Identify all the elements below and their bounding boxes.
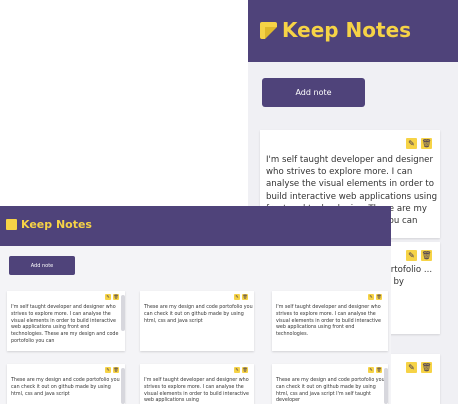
note-toolbar: ✎ 🗑 [406, 250, 432, 261]
note-text: I'm self taught developer and designer w… [276, 305, 381, 338]
note-scrollbar[interactable] [384, 368, 388, 404]
note-text: These are my design and code portofolio … [11, 378, 120, 397]
note-toolbar: ✎ 🗑 [368, 367, 382, 373]
note-toolbar: ✎ 🗑 [105, 367, 119, 373]
edit-icon[interactable]: ✎ [368, 294, 374, 300]
trash-icon[interactable]: 🗑 [421, 362, 432, 373]
note-card: ✎ 🗑 These are my design and code portofo… [7, 364, 125, 404]
note-toolbar: ✎ 🗑 [234, 294, 248, 300]
app-header: Keep Notes [0, 206, 391, 246]
note-text: I'm self taught developer and designer w… [144, 378, 249, 404]
note-toolbar: ✎ 🗑 [406, 138, 432, 149]
edit-icon[interactable]: ✎ [406, 138, 417, 149]
note-logo-icon [6, 219, 17, 230]
note-card: ✎ 🗑 These are my design and code portofo… [140, 291, 254, 351]
trash-icon[interactable]: 🗑 [421, 250, 432, 261]
trash-icon[interactable]: 🗑 [242, 294, 248, 300]
edit-icon[interactable]: ✎ [105, 367, 111, 373]
edit-icon[interactable]: ✎ [406, 250, 417, 261]
note-card: ✎ 🗑 I'm self taught developer and design… [7, 291, 125, 351]
trash-icon[interactable]: 🗑 [421, 138, 432, 149]
edit-icon[interactable]: ✎ [368, 367, 374, 373]
edit-icon[interactable]: ✎ [105, 294, 111, 300]
note-card: ✎ 🗑 These are my design and code portofo… [272, 364, 388, 404]
trash-icon[interactable]: 🗑 [113, 367, 119, 373]
note-text: These are my design and code portofolio … [144, 305, 253, 324]
note-toolbar: ✎ 🗑 [234, 367, 248, 373]
trash-icon[interactable]: 🗑 [376, 294, 382, 300]
note-toolbar: ✎ 🗑 [368, 294, 382, 300]
note-toolbar: ✎ 🗑 [406, 362, 432, 373]
trash-icon[interactable]: 🗑 [242, 367, 248, 373]
note-logo-icon [260, 22, 277, 39]
trash-icon[interactable]: 🗑 [376, 367, 382, 373]
trash-icon[interactable]: 🗑 [113, 294, 119, 300]
note-card: ✎ 🗑 I'm self taught developer and design… [140, 364, 254, 404]
note-toolbar: ✎ 🗑 [105, 294, 119, 300]
app-view: Keep Notes Add note ✎ 🗑 I'm self taught … [0, 206, 391, 404]
add-note-button[interactable]: Add note [9, 256, 75, 275]
note-text: These are my design and code portofolio … [276, 378, 385, 404]
note-scrollbar[interactable] [121, 295, 125, 331]
edit-icon[interactable]: ✎ [406, 362, 417, 373]
note-scrollbar[interactable] [121, 368, 125, 404]
note-text: I'm self taught developer and designer w… [11, 305, 119, 344]
edit-icon[interactable]: ✎ [234, 367, 240, 373]
zoomed-add-note-button[interactable]: Add note [262, 78, 365, 107]
app-title: Keep Notes [21, 218, 92, 231]
note-card: ✎ 🗑 I'm self taught developer and design… [272, 291, 388, 351]
zoomed-app-title: Keep Notes [282, 18, 412, 42]
edit-icon[interactable]: ✎ [234, 294, 240, 300]
zoomed-app-header: Keep Notes [248, 0, 458, 62]
